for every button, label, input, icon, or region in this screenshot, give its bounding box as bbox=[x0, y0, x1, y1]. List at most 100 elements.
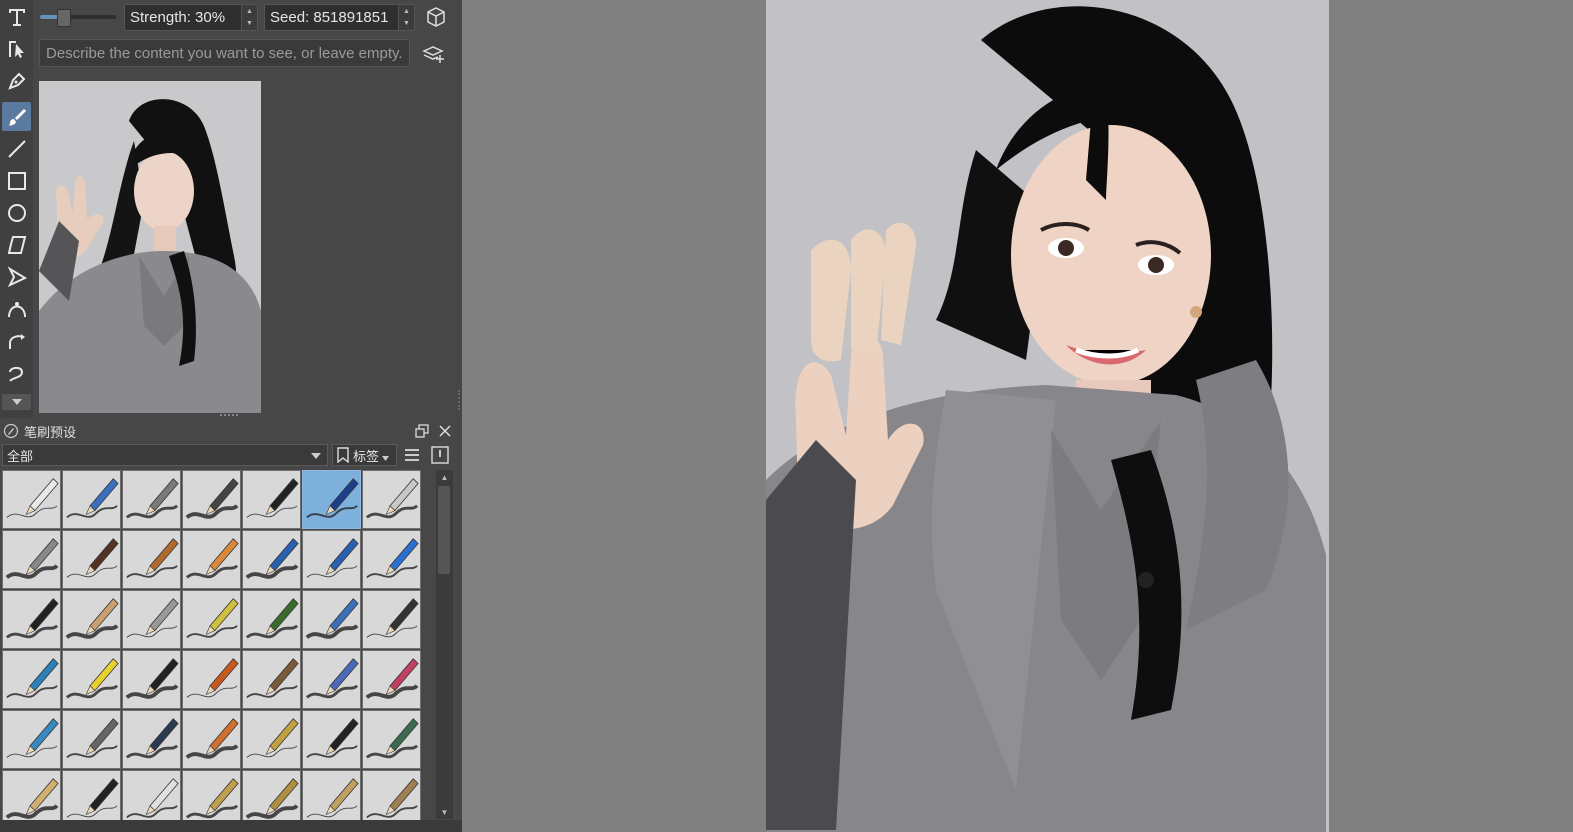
brush-preset-tile[interactable] bbox=[302, 650, 361, 709]
brush-preset-tile[interactable] bbox=[62, 710, 121, 769]
brush-filter-value: 全部 bbox=[7, 448, 34, 464]
brush-preset-tile[interactable] bbox=[122, 590, 181, 649]
brush-preset-thumbnail-icon bbox=[243, 531, 300, 588]
toolbox-more-button[interactable] bbox=[2, 394, 31, 410]
storage-button[interactable] bbox=[428, 443, 452, 467]
seed-down-arrow-icon[interactable]: ▼ bbox=[398, 17, 414, 30]
random-seed-button[interactable] bbox=[423, 4, 449, 30]
calligraphy-tool-icon[interactable] bbox=[2, 66, 31, 95]
brush-preset-tile[interactable] bbox=[122, 710, 181, 769]
docker-splitter-handle[interactable] bbox=[458, 390, 462, 410]
brush-preset-thumbnail-icon bbox=[183, 531, 240, 588]
brush-preset-tile[interactable] bbox=[362, 590, 421, 649]
brush-preset-tile[interactable] bbox=[122, 470, 181, 529]
brush-preset-tile[interactable] bbox=[122, 650, 181, 709]
brush-preset-thumbnail-icon bbox=[363, 651, 420, 708]
brush-preset-tile[interactable] bbox=[242, 470, 301, 529]
brush-preset-tile[interactable] bbox=[302, 590, 361, 649]
view-mode-button[interactable] bbox=[401, 443, 423, 467]
ellipse-tool-icon[interactable] bbox=[2, 198, 31, 227]
strength-up-arrow-icon[interactable]: ▲ bbox=[241, 5, 257, 18]
brush-preset-tile[interactable] bbox=[2, 770, 61, 820]
bookmark-icon bbox=[337, 447, 349, 463]
freehand-brush-tool-icon[interactable] bbox=[2, 102, 31, 131]
strength-spinbox[interactable]: Strength: 30% ▲ ▼ bbox=[124, 4, 258, 31]
brush-preset-tile[interactable] bbox=[362, 710, 421, 769]
docker-float-button[interactable] bbox=[411, 420, 433, 442]
brush-preset-tile[interactable] bbox=[2, 530, 61, 589]
seed-up-arrow-icon[interactable]: ▲ bbox=[398, 5, 414, 18]
brush-preset-tile[interactable] bbox=[242, 650, 301, 709]
brush-preset-tile[interactable] bbox=[242, 770, 301, 820]
polyline-tool-icon[interactable] bbox=[2, 262, 31, 291]
brush-preset-thumbnail-icon bbox=[3, 711, 60, 768]
prompt-input[interactable] bbox=[39, 39, 410, 67]
brush-preset-tile[interactable] bbox=[62, 650, 121, 709]
edit-shapes-tool-icon[interactable] bbox=[2, 34, 31, 63]
brush-preset-tile[interactable] bbox=[362, 470, 421, 529]
brush-preset-tile[interactable] bbox=[242, 530, 301, 589]
brush-preset-thumbnail-icon bbox=[63, 771, 120, 820]
brush-preset-thumbnail-icon bbox=[123, 471, 180, 528]
scroll-up-arrow-icon[interactable]: ▲ bbox=[436, 470, 453, 484]
brush-preset-tile[interactable] bbox=[362, 530, 421, 589]
brush-preset-tile[interactable] bbox=[302, 770, 361, 820]
left-docker-panel: Strength: 30% ▲ ▼ Seed: 851891851 ▲ ▼ De… bbox=[0, 0, 462, 832]
brush-preset-tile[interactable] bbox=[182, 470, 241, 529]
generated-result-thumbnail[interactable] bbox=[39, 81, 261, 413]
bezier-curve-tool-icon[interactable] bbox=[2, 294, 31, 323]
brush-preset-thumbnail-icon bbox=[123, 711, 180, 768]
brush-presets-title: 笔刷预设 bbox=[24, 424, 77, 440]
brush-preset-tile[interactable] bbox=[122, 770, 181, 820]
brush-preset-tile[interactable] bbox=[2, 590, 61, 649]
brush-preset-tile[interactable] bbox=[122, 530, 181, 589]
brush-preset-thumbnail-icon bbox=[303, 771, 360, 820]
canvas-image[interactable] bbox=[766, 0, 1329, 832]
strength-slider-handle[interactable] bbox=[57, 9, 71, 27]
brush-preset-thumbnail-icon bbox=[243, 651, 300, 708]
rectangle-tool-icon[interactable] bbox=[2, 166, 31, 195]
brush-preset-tile[interactable] bbox=[182, 590, 241, 649]
brush-preset-tile[interactable] bbox=[302, 530, 361, 589]
brush-preset-tile[interactable] bbox=[182, 650, 241, 709]
brush-preset-tile[interactable] bbox=[62, 470, 121, 529]
brush-preset-tile[interactable] bbox=[2, 470, 61, 529]
docker-close-button[interactable] bbox=[434, 420, 456, 442]
brush-preset-tile[interactable] bbox=[62, 770, 121, 820]
brush-preset-tile[interactable] bbox=[242, 590, 301, 649]
brush-preset-tile[interactable] bbox=[2, 710, 61, 769]
chevron-down-icon bbox=[311, 453, 321, 459]
polygon-tool-icon[interactable] bbox=[2, 230, 31, 259]
brush-preset-tile[interactable] bbox=[2, 650, 61, 709]
brush-preset-tile[interactable] bbox=[302, 470, 361, 529]
brush-preset-thumbnail-icon bbox=[243, 771, 300, 820]
brush-grid-scrollbar[interactable]: ▲ ▼ bbox=[436, 470, 453, 819]
brush-preset-tile[interactable] bbox=[302, 710, 361, 769]
brush-preset-tile[interactable] bbox=[362, 770, 421, 820]
brush-filter-select[interactable]: 全部 bbox=[2, 444, 328, 466]
line-tool-icon[interactable] bbox=[2, 134, 31, 163]
brush-preset-tile[interactable] bbox=[182, 710, 241, 769]
brush-preset-tile[interactable] bbox=[242, 710, 301, 769]
scroll-down-arrow-icon[interactable]: ▼ bbox=[436, 805, 453, 819]
strength-down-arrow-icon[interactable]: ▼ bbox=[241, 17, 257, 30]
brush-preset-thumbnail-icon bbox=[3, 531, 60, 588]
brush-preset-tile[interactable] bbox=[182, 770, 241, 820]
brush-presets-docker-title: 笔刷预设 bbox=[0, 421, 458, 441]
apply-to-layer-button[interactable] bbox=[421, 40, 447, 66]
panel-resize-handle[interactable] bbox=[220, 414, 238, 420]
brush-preset-tile[interactable] bbox=[362, 650, 421, 709]
toolbox bbox=[0, 0, 33, 418]
brush-preset-tile[interactable] bbox=[182, 530, 241, 589]
tag-filter-button[interactable]: 标签 bbox=[332, 444, 397, 466]
seed-spinbox[interactable]: Seed: 851891851 ▲ ▼ bbox=[264, 4, 415, 31]
scrollbar-thumb[interactable] bbox=[438, 486, 450, 574]
brush-preset-tile[interactable] bbox=[62, 530, 121, 589]
text-tool-icon[interactable] bbox=[2, 2, 31, 31]
brush-preset-tile[interactable] bbox=[62, 590, 121, 649]
brush-preset-thumbnail-icon bbox=[183, 651, 240, 708]
dynamic-brush-tool-icon[interactable] bbox=[2, 358, 31, 387]
chevron-down-icon bbox=[11, 399, 22, 405]
brush-preset-thumbnail-icon bbox=[123, 651, 180, 708]
freehand-path-tool-icon[interactable] bbox=[2, 326, 31, 355]
